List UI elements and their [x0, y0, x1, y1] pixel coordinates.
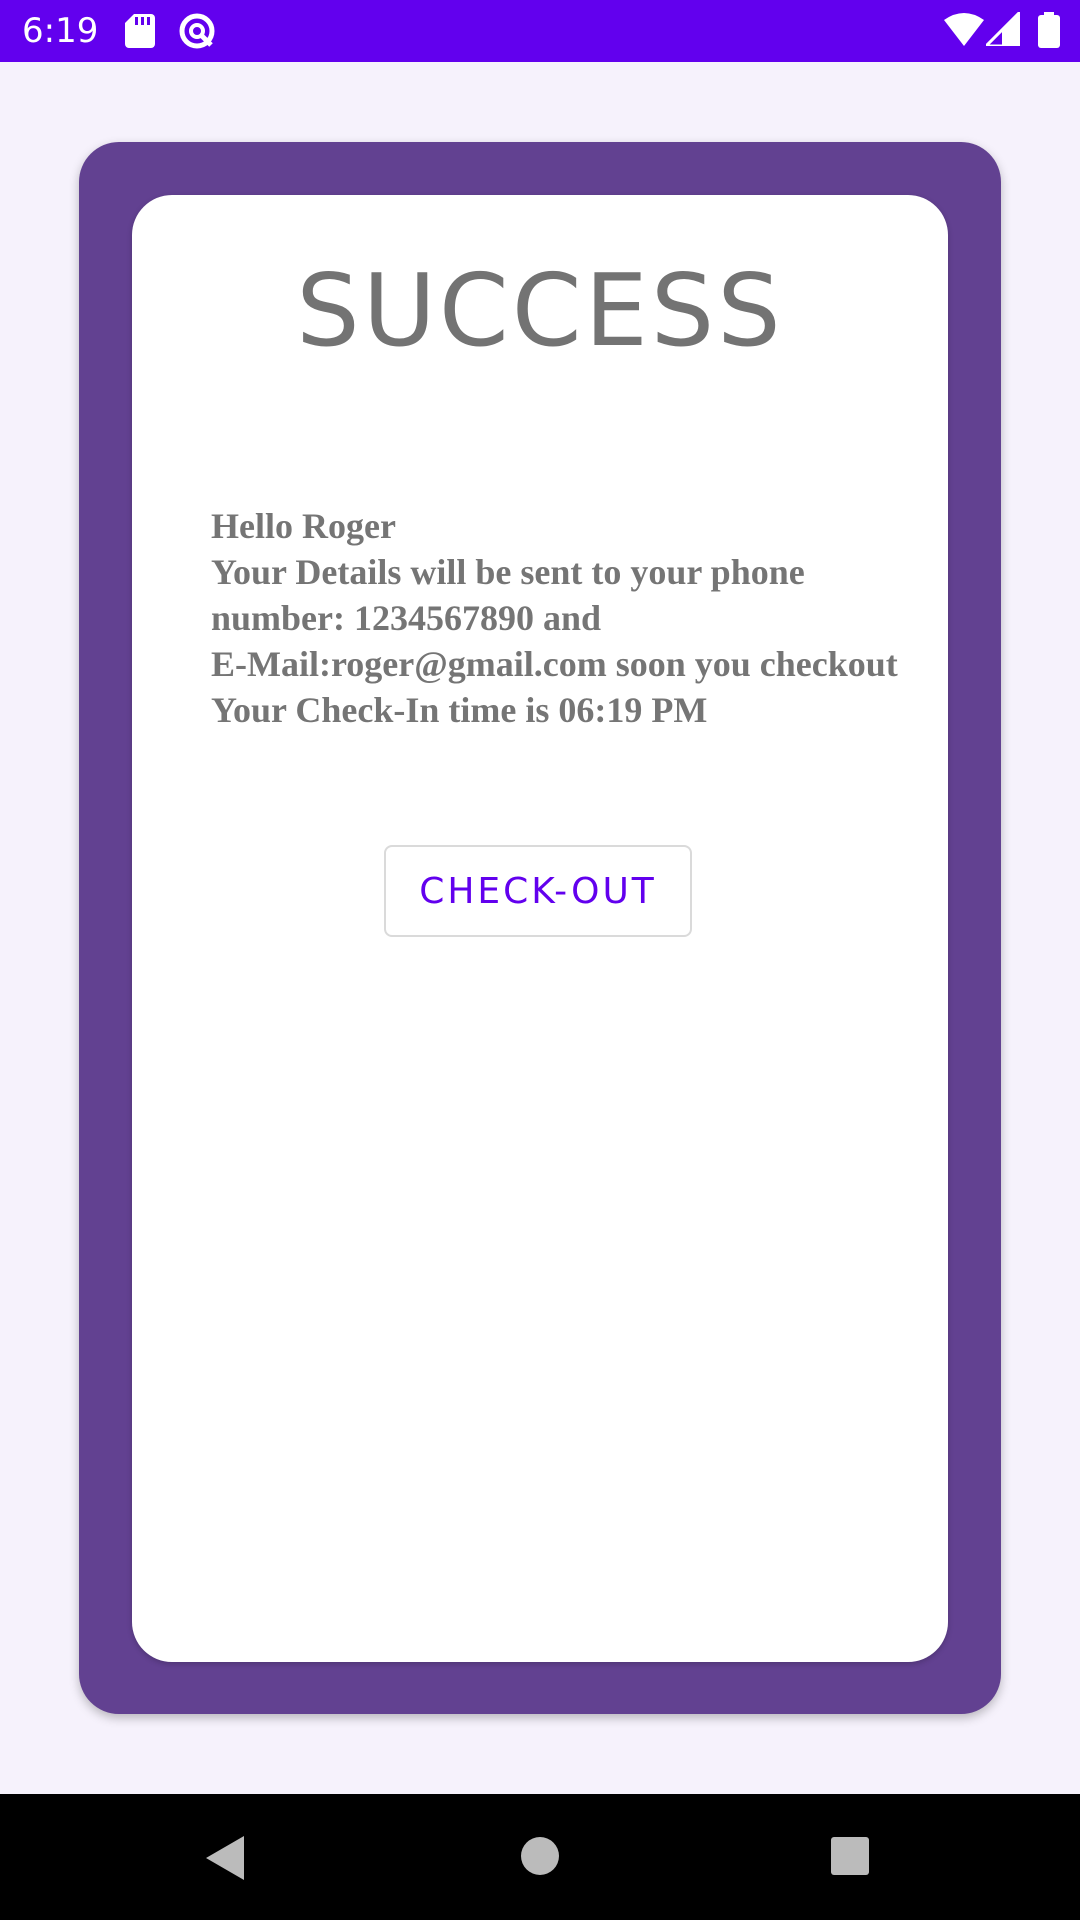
recents-icon[interactable]: [830, 1836, 870, 1876]
details-line-3: E-Mail:roger@gmail.com soon you checkout: [211, 644, 898, 684]
checkin-time-text: Your Check-In time is 06:19 PM: [211, 690, 708, 730]
signal-icon: [986, 12, 1020, 46]
greeting-text: Hello Roger: [211, 506, 396, 546]
status-time: 6:19: [22, 11, 99, 51]
success-card: SUCCESS Hello Roger Your Details will be…: [132, 195, 948, 1662]
sync-icon: [179, 13, 215, 49]
status-bar: 6:19: [0, 0, 1080, 62]
home-icon[interactable]: [520, 1836, 560, 1876]
wifi-icon: [944, 13, 984, 46]
details-line-1: Your Details will be sent to your phone: [211, 552, 805, 592]
sd-card-icon: [125, 14, 155, 48]
battery-icon: [1038, 12, 1060, 48]
outer-card: SUCCESS Hello Roger Your Details will be…: [79, 142, 1001, 1714]
details-line-2: number: 1234567890 and: [211, 598, 602, 638]
success-title: SUCCESS: [296, 252, 784, 369]
back-icon[interactable]: [202, 1834, 246, 1882]
details-message: Hello Roger Your Details will be sent to…: [211, 503, 901, 733]
checkout-button[interactable]: CHECK-OUT: [384, 845, 692, 937]
navigation-bar: [0, 1794, 1080, 1920]
